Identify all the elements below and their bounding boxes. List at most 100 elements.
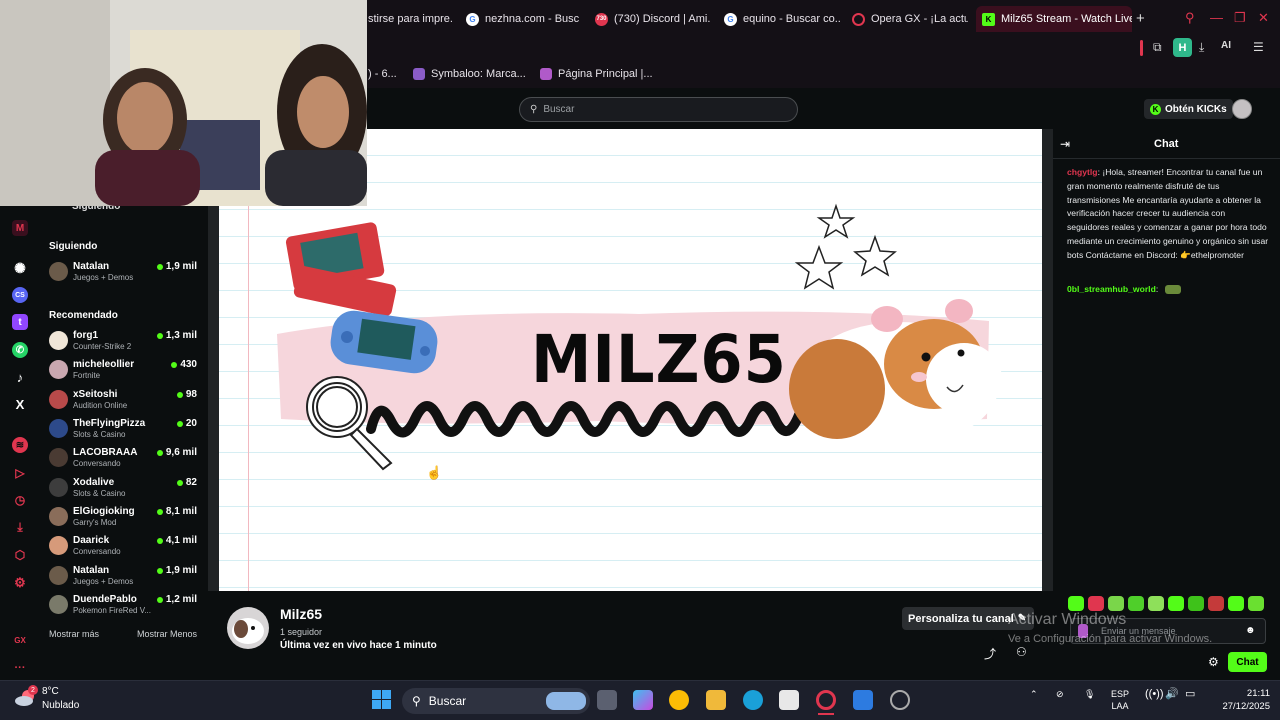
weather-description[interactable]: Nublado (42, 700, 79, 711)
tiktok-icon[interactable]: ♪ (12, 369, 28, 385)
tab-discord[interactable]: 730 (730) Discord | Ami... (589, 6, 711, 32)
taskbar-search[interactable]: ⚲ Buscar (402, 688, 590, 714)
task-view-icon[interactable] (597, 690, 617, 710)
wifi-icon[interactable]: ((•)) (1145, 688, 1164, 700)
menu-icon[interactable]: ☰ (1253, 40, 1271, 54)
sidebar-channel-duendepablo[interactable]: DuendePablo Pokemon FireRed V... 1,2 mil (49, 594, 197, 622)
get-kicks-button[interactable]: K Obtén KICKs (1144, 99, 1233, 119)
network-off-icon[interactable]: ⊘ (1056, 688, 1064, 700)
sidebar-channel-xseitoshi[interactable]: xSeitoshi Audition Online 98 (49, 389, 197, 417)
battery-icon[interactable]: ▭ (1185, 688, 1195, 700)
downloads-icon[interactable]: ⤓ (12, 519, 28, 535)
tab-label: Opera GX - ¡La actu... (871, 13, 968, 25)
sidebar-channel-micheleollier[interactable]: micheleollier Fortnite 430 (49, 359, 197, 387)
sidebar-channel-daarick[interactable]: Daarick Conversando 4,1 mil (49, 535, 197, 563)
user-avatar[interactable] (1232, 99, 1252, 119)
tab-nezhna[interactable]: Gnezhna.com - Busc... (460, 6, 580, 32)
search-input[interactable]: ⚲ Buscar (519, 97, 798, 122)
sidebar-channel-elgiogioking[interactable]: ElGiogioking Garry's Mod 8,1 mil (49, 506, 197, 534)
show-less-button[interactable]: Mostrar Menos (137, 629, 197, 639)
show-hidden-icons-icon[interactable]: ⌃ (1030, 688, 1038, 700)
music-player-icon[interactable]: ≋ (12, 437, 28, 453)
file-explorer-icon[interactable] (706, 690, 726, 710)
chat-send-button[interactable]: Chat (1228, 652, 1267, 672)
twitch-icon[interactable]: t (12, 314, 28, 330)
emote-icon[interactable] (1088, 596, 1104, 611)
bookmark-item[interactable]: ) - 6... (368, 68, 397, 80)
webcam-scene (0, 0, 367, 206)
minimize-button[interactable]: — (1210, 10, 1223, 25)
bookmark-label: ) - 6... (368, 68, 397, 80)
tab-opera-gx[interactable]: Opera GX - ¡La actu... (846, 6, 968, 32)
close-window-button[interactable]: ✕ (1258, 10, 1269, 26)
emote-icon[interactable] (1168, 596, 1184, 611)
extensions-sidebar-icon[interactable]: ⬡ (12, 547, 28, 563)
viewer-count-value: 9,6 mil (165, 447, 197, 458)
settings-taskbar-icon[interactable] (890, 690, 910, 710)
profile-avatar[interactable]: H (1173, 38, 1192, 57)
store-icon[interactable] (779, 690, 799, 710)
emote-icon[interactable] (1148, 596, 1164, 611)
emoji-picker-icon[interactable]: ☻ (1245, 625, 1256, 636)
microphone-icon[interactable]: 🎙 (1084, 688, 1095, 700)
whatsapp-icon[interactable]: ✆ (12, 342, 28, 358)
edge-icon[interactable] (743, 690, 763, 710)
emote-icon[interactable] (1188, 596, 1204, 611)
copilot-icon[interactable] (633, 690, 653, 710)
search-tabs-icon[interactable]: ⚲ (1185, 10, 1195, 26)
chatspace-icon[interactable]: CS (12, 287, 28, 303)
download-icon[interactable]: ⤓ (1199, 40, 1217, 54)
x-icon[interactable]: X (12, 396, 28, 412)
sidebar-channel-natalan-2[interactable]: Natalan Juegos + Demos 1,9 mil (49, 565, 197, 593)
chrome-icon[interactable] (669, 690, 689, 710)
avatar (49, 536, 68, 555)
emote-icon[interactable] (1128, 596, 1144, 611)
sidebar-channel-xodalive[interactable]: Xodalive Slots & Casino 82 (49, 477, 197, 505)
channel-name-title[interactable]: Milz65 (280, 606, 322, 622)
ai-button[interactable]: AI (1221, 40, 1245, 54)
more-icon[interactable]: ··· (12, 660, 28, 676)
sidebar-channel-natalan[interactable]: Natalan Juegos + Demos 1,9 mil (49, 261, 197, 289)
channel-name: Natalan (73, 565, 110, 576)
tab-milz65-stream[interactable]: K Milz65 Stream - Watch Live... (976, 6, 1132, 32)
show-more-button[interactable]: Mostrar más (49, 629, 99, 639)
volume-icon[interactable]: 🔊 (1165, 688, 1179, 700)
weather-temperature[interactable]: 8°C (42, 686, 59, 697)
send-icon[interactable]: ▷ (12, 465, 28, 481)
emote-icon[interactable] (1228, 596, 1244, 611)
bookmark-pagina-principal[interactable]: Página Principal |... (540, 68, 653, 80)
chat-username[interactable]: 0bl_streamhub_world (1067, 284, 1156, 294)
emote-icon[interactable] (1068, 596, 1084, 611)
chatgpt-icon[interactable]: ✺ (12, 260, 28, 276)
maximize-button[interactable]: ❐ (1234, 10, 1246, 26)
customize-label: Personaliza tu canal (908, 612, 1014, 625)
emote-icon[interactable] (1108, 596, 1124, 611)
language-indicator[interactable]: ESP LAA (1111, 688, 1129, 712)
taskbar-clock[interactable]: 21:11 27/12/2025 (1212, 687, 1270, 713)
tab-equino[interactable]: Gequino - Buscar co... (718, 6, 840, 32)
follow-user-icon[interactable]: ⚇ (1016, 645, 1027, 659)
tab-impresion[interactable]: stirse para impre... (362, 6, 454, 32)
gx-logo-icon[interactable]: GX (12, 632, 28, 648)
chat-username[interactable]: chgytlg (1067, 167, 1098, 177)
bookmark-label: Symbaloo: Marca... (431, 68, 526, 80)
settings-icon[interactable]: ⚙ (12, 575, 28, 591)
extensions-icon[interactable]: ⧉ (1153, 40, 1171, 54)
share-icon[interactable]: ⤴ (984, 645, 996, 662)
sidebar-channel-theflyingpizza[interactable]: TheFlyingPizza Slots & Casino 20 (49, 418, 197, 446)
sidebar-channel-forg1[interactable]: forg1 Counter-Strike 2 1,3 mil (49, 330, 197, 358)
new-tab-button[interactable]: + (1136, 10, 1145, 27)
history-icon[interactable]: ◷ (12, 492, 28, 508)
bookmark-symbaloo[interactable]: Symbaloo: Marca... (413, 68, 526, 80)
chat-settings-icon[interactable]: ⚙ (1208, 655, 1219, 669)
emote-icon[interactable] (1248, 596, 1264, 611)
app-icon[interactable] (853, 690, 873, 710)
collapse-chat-icon[interactable]: ⇥ (1060, 137, 1070, 151)
windows-start-icon[interactable] (372, 690, 391, 709)
opera-gx-taskbar-icon[interactable] (816, 690, 836, 710)
channel-avatar[interactable] (227, 607, 269, 649)
sidebar-channel-lacobraaa[interactable]: LACOBRAAA Conversando 9,6 mil (49, 447, 197, 475)
emote-icon[interactable] (1208, 596, 1224, 611)
google-icon: G (466, 12, 479, 26)
gx-mail-icon[interactable]: M (12, 220, 28, 236)
